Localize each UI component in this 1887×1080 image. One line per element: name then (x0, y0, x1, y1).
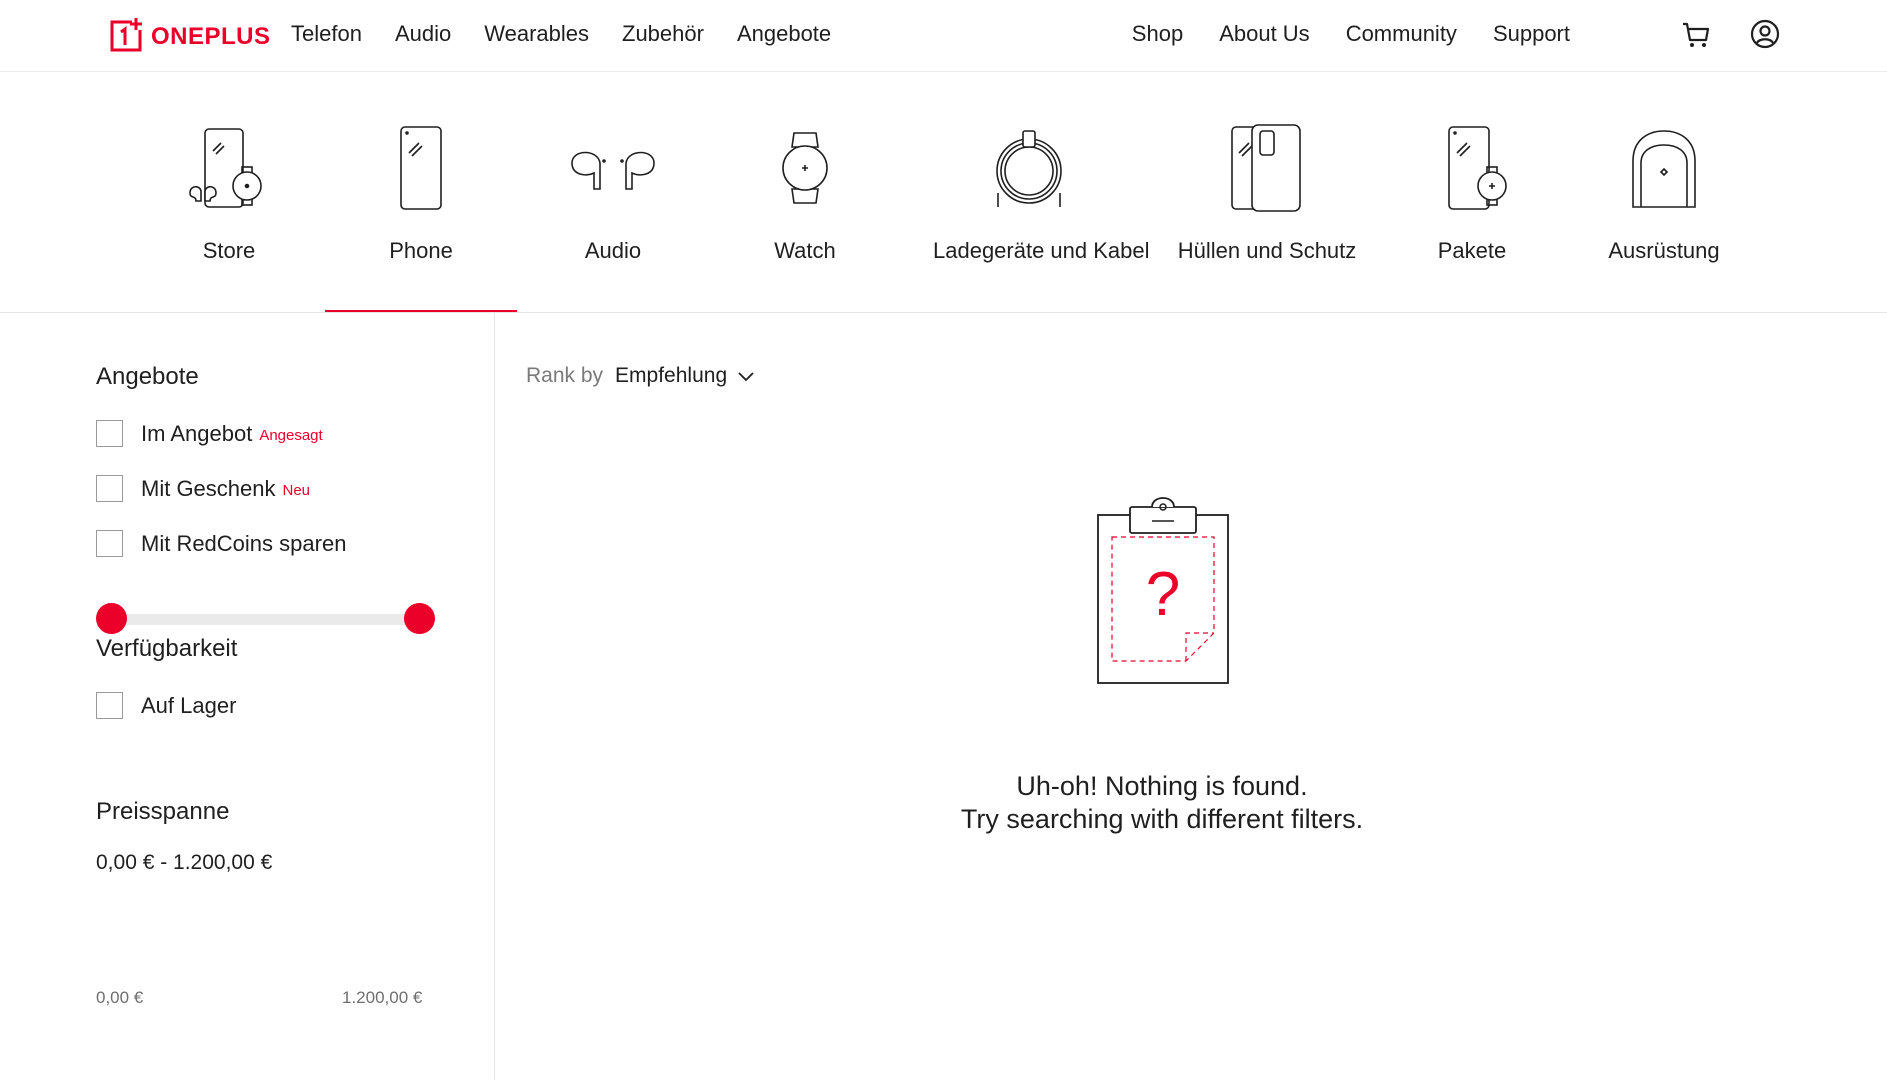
nav-shop[interactable]: Shop (1132, 21, 1183, 47)
oneplus-logo[interactable]: ONEPLUS (108, 16, 271, 54)
filter-group-title-offers: Angebote (96, 363, 199, 390)
category-label: Hüllen und Schutz (1177, 238, 1357, 263)
price-slider-track[interactable] (111, 614, 419, 625)
checkbox[interactable] (96, 692, 123, 719)
category-gear[interactable]: Ausrüstung (1568, 120, 1760, 264)
checkbox[interactable] (96, 475, 123, 502)
category-label: Phone (389, 238, 453, 263)
sort-dropdown[interactable]: Rank by Empfehlung (526, 364, 755, 388)
sort-value: Empfehlung (615, 364, 728, 387)
nav-audio[interactable]: Audio (395, 21, 451, 47)
nav-angebote[interactable]: Angebote (737, 21, 831, 47)
filter-group-title-price: Preisspanne (96, 798, 230, 825)
primary-nav: Telefon Audio Wearables Zubehör Angebote (291, 21, 864, 47)
user-icon[interactable] (1749, 18, 1781, 50)
checkbox[interactable] (96, 530, 123, 557)
bundle-icon (1376, 120, 1568, 216)
category-label: Audio (584, 238, 642, 263)
filter-mit-geschenk[interactable]: Mit Geschenk Neu (96, 475, 310, 502)
earbuds-icon (517, 120, 709, 216)
active-category-indicator (325, 310, 517, 312)
filter-group-title-availability: Verfügbarkeit (96, 635, 238, 662)
filter-mit-redcoins[interactable]: Mit RedCoins sparen (96, 530, 346, 557)
filter-tag: Neu (282, 482, 311, 499)
filter-label: Mit RedCoins sparen (141, 530, 347, 556)
price-slider-max-handle[interactable] (404, 603, 435, 634)
price-max-label: 1.200,00 € (342, 988, 423, 1007)
category-label: Pakete (1437, 238, 1507, 263)
nav-telefon[interactable]: Telefon (291, 21, 362, 47)
filter-label: Auf Lager (141, 692, 237, 718)
category-label: Store (202, 238, 256, 263)
category-store[interactable]: Store (133, 120, 325, 264)
watch-icon (709, 120, 901, 216)
phone-icon (325, 120, 517, 216)
nav-wearables[interactable]: Wearables (484, 21, 589, 47)
filter-label: Mit Geschenk (141, 475, 276, 501)
filter-tag: Angesagt (259, 427, 323, 444)
category-bar: Store Phone Audio Watch Ladegeräte und K… (0, 72, 1887, 313)
category-label: Watch (774, 238, 836, 263)
category-cases-protection[interactable]: Hüllen und Schutz (1171, 120, 1363, 264)
case-icon (1171, 120, 1363, 216)
cart-icon[interactable] (1680, 18, 1712, 50)
price-range-text: 0,00 € - 1.200,00 € (96, 851, 273, 874)
nav-about-us[interactable]: About Us (1219, 21, 1310, 47)
filter-auf-lager[interactable]: Auf Lager (96, 692, 236, 719)
sort-label: Rank by (526, 364, 604, 387)
checkbox[interactable] (96, 420, 123, 447)
oneplus-logo-icon (110, 18, 142, 52)
empty-clipboard-illustration: ? (1096, 493, 1230, 690)
filter-label: Im Angebot (141, 420, 253, 446)
question-mark-icon: ? (1146, 560, 1180, 629)
empty-state-hint: Try searching with different filters. (960, 804, 1364, 834)
price-min-label: 0,00 € (96, 988, 144, 1007)
backpack-icon (1568, 120, 1760, 216)
nav-support[interactable]: Support (1493, 21, 1570, 47)
cable-icon (933, 120, 1125, 216)
category-chargers-cables[interactable]: Ladegeräte und Kabel (933, 120, 1150, 264)
nav-community[interactable]: Community (1346, 21, 1457, 47)
store-icon (133, 120, 325, 216)
category-label: Ladegeräte und Kabel (933, 238, 1150, 263)
category-bundles[interactable]: Pakete (1376, 120, 1568, 264)
chevron-down-icon (738, 372, 754, 382)
category-phone[interactable]: Phone (325, 120, 517, 264)
filter-im-angebot[interactable]: Im Angebot Angesagt (96, 420, 323, 447)
category-audio[interactable]: Audio (517, 120, 709, 264)
logo-text: ONEPLUS (151, 23, 271, 50)
category-watch[interactable]: Watch (709, 120, 901, 264)
category-label: Ausrüstung (1608, 238, 1720, 263)
top-navigation: ONEPLUS Telefon Audio Wearables Zubehör … (0, 0, 1887, 72)
filter-sidebar: Angebote Im Angebot Angesagt Mit Geschen… (0, 313, 495, 1080)
secondary-nav: Shop About Us Community Support (1096, 21, 1570, 47)
empty-state-title: Uh-oh! Nothing is found. (1016, 771, 1308, 801)
nav-zubehoer[interactable]: Zubehör (622, 21, 704, 47)
price-slider-min-handle[interactable] (96, 603, 127, 634)
